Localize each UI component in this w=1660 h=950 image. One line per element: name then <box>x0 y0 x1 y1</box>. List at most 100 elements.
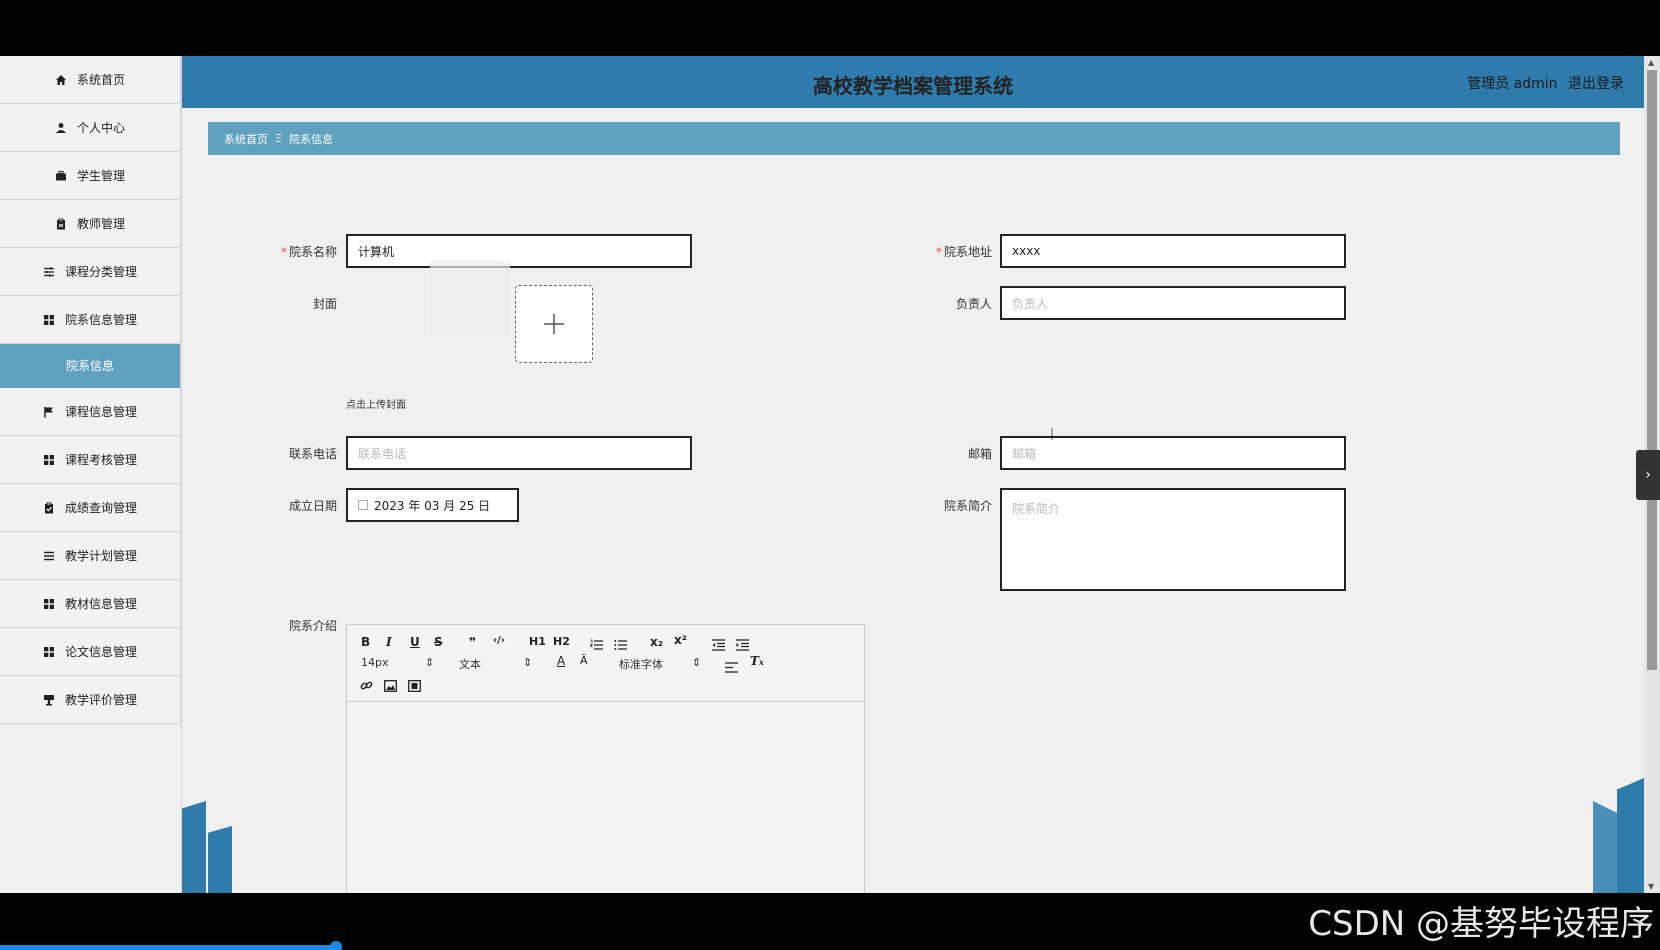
rich-text-editor: B I U S ❞ ‹/› H1 H2 x₂ x² 14px ⇕ 文本 ⇕ A … <box>346 624 865 893</box>
breadcrumb-home[interactable]: 系统首页 <box>224 131 268 147</box>
cover-upload-hint: 点击上传封面 <box>346 400 406 411</box>
user-icon <box>55 122 67 134</box>
grid-icon <box>43 598 55 610</box>
align-icon[interactable] <box>725 658 738 677</box>
font-family-arrows-icon: ⇕ <box>692 656 702 669</box>
sidebar-item-label: 课程考核管理 <box>64 453 137 467</box>
h1-button[interactable]: H1 <box>529 635 546 648</box>
email-input[interactable]: 邮箱 <box>1000 436 1346 470</box>
email-label: 邮箱 <box>967 447 992 461</box>
sidebar-item-grades[interactable]: 成绩查询管理 <box>0 484 181 532</box>
image-icon[interactable] <box>384 677 397 696</box>
bold-button[interactable]: B <box>361 635 370 649</box>
intro-label: 院系介绍 <box>288 619 337 633</box>
sidebar-item-home[interactable]: 系统首页 <box>0 56 181 104</box>
font-family-select[interactable]: 标准字体 <box>619 656 663 672</box>
decor-right-shape-2 <box>1617 778 1644 893</box>
clear-format-icon[interactable]: Tx <box>750 654 764 668</box>
bullet-list-icon[interactable] <box>614 636 627 655</box>
blockquote-button[interactable]: ❞ <box>469 635 476 649</box>
sidebar-item-label: 教师管理 <box>76 217 125 231</box>
editor-content-area[interactable] <box>347 703 864 893</box>
decor-left-shape-2 <box>208 826 232 893</box>
screen: 系统首页 个人中心 学生管理 教师管理 课程分类管理 院系信息管理 院系信息 课… <box>0 0 1660 950</box>
sidebar-item-teachers[interactable]: 教师管理 <box>0 200 181 248</box>
video-progress-bar[interactable] <box>0 945 335 950</box>
background-color-icon[interactable]: Ã <box>580 654 588 667</box>
subscript-button[interactable]: x₂ <box>650 635 663 649</box>
scrollbar-thumb[interactable] <box>1647 70 1657 670</box>
scroll-up-arrow-icon[interactable]: ▲ <box>1648 58 1654 67</box>
video-icon[interactable] <box>408 677 421 696</box>
name-input[interactable]: 计算机 <box>346 234 692 268</box>
user-area: 管理员 admin 退出登录 <box>1461 73 1624 93</box>
sidebar-item-label: 个人中心 <box>76 121 125 135</box>
name-label: * 院系名称 <box>280 245 337 259</box>
clipboard-icon <box>55 218 67 230</box>
cover-thumbnail <box>430 261 510 336</box>
editor-toolbar: B I U S ❞ ‹/› H1 H2 x₂ x² 14px ⇕ 文本 ⇕ A … <box>347 625 864 702</box>
link-icon[interactable] <box>360 677 373 696</box>
sidebar-item-profile[interactable]: 个人中心 <box>0 104 181 152</box>
address-input[interactable]: xxxx <box>1000 234 1346 268</box>
sidebar-item-label: 院系信息 <box>65 359 114 373</box>
sidebar-item-label: 学生管理 <box>76 169 125 183</box>
code-block-button[interactable]: ‹/› <box>493 635 505 646</box>
sidebar-item-evaluation[interactable]: 教学评价管理 <box>0 676 181 724</box>
font-color-icon[interactable]: A <box>557 654 565 668</box>
logout-link[interactable]: 退出登录 <box>1568 76 1624 92</box>
brief-label: 院系简介 <box>943 499 992 513</box>
sidebar-item-label: 课程信息管理 <box>64 405 137 419</box>
strike-button[interactable]: S <box>434 635 443 649</box>
italic-button[interactable]: I <box>386 635 392 649</box>
superscript-button[interactable]: x² <box>674 633 687 647</box>
breadcrumb-current: 院系信息 <box>288 132 333 146</box>
date-label: 成立日期 <box>288 499 337 513</box>
date-input[interactable]: 2023 年 03 月 25 日 <box>346 488 519 522</box>
breadcrumb-separator: Ξ <box>275 132 282 145</box>
plus-icon <box>544 314 564 334</box>
sidebar-item-label: 课程分类管理 <box>64 265 137 279</box>
phone-input[interactable]: 联系电话 <box>346 436 692 470</box>
decor-left-shape-1 <box>182 801 206 893</box>
chevron-right-icon: › <box>1645 467 1651 483</box>
sidebar-item-label: 教材信息管理 <box>64 597 137 611</box>
sidebar-item-thesis[interactable]: 论文信息管理 <box>0 628 181 676</box>
outdent-icon[interactable] <box>712 636 725 655</box>
watermark: CSDN @基努毕设程序 <box>1308 904 1654 944</box>
sidebar-item-students[interactable]: 学生管理 <box>0 152 181 200</box>
page-title: 高校教学档案管理系统 <box>813 74 1013 98</box>
sidebar-item-teaching-plan[interactable]: 教学计划管理 <box>0 532 181 580</box>
video-progress-handle[interactable] <box>330 941 342 950</box>
text-cursor-icon <box>1051 428 1053 440</box>
clipboard-check-icon <box>43 502 55 514</box>
cover-upload-button[interactable] <box>515 285 593 363</box>
ordered-list-icon[interactable] <box>589 636 603 655</box>
sidebar-item-course-category[interactable]: 课程分类管理 <box>0 248 181 296</box>
sidebar-subitem-department-info[interactable]: 院系信息 <box>0 344 181 388</box>
font-size-arrows-icon: ⇕ <box>425 656 435 669</box>
side-panel-toggle-button[interactable]: › <box>1636 450 1660 500</box>
phone-label: 联系电话 <box>288 447 337 461</box>
sidebar-item-course-assessment[interactable]: 课程考核管理 <box>0 436 181 484</box>
sidebar-item-course-info[interactable]: 课程信息管理 <box>0 388 181 436</box>
h2-button[interactable]: H2 <box>553 635 570 648</box>
decor-right-shape-1 <box>1593 801 1619 893</box>
grid-icon <box>43 646 55 658</box>
breadcrumb: 系统首页 Ξ 院系信息 <box>208 122 1620 155</box>
font-size-select[interactable]: 14px <box>361 656 389 669</box>
sidebar-item-textbook[interactable]: 教材信息管理 <box>0 580 181 628</box>
sidebar-item-label: 系统首页 <box>76 73 125 87</box>
podium-icon <box>43 694 55 706</box>
address-label: * 院系地址 <box>935 245 992 259</box>
underline-button[interactable]: U <box>410 635 420 649</box>
indent-icon[interactable] <box>736 636 749 655</box>
sidebar: 系统首页 个人中心 学生管理 教师管理 课程分类管理 院系信息管理 院系信息 课… <box>0 56 182 893</box>
manager-input[interactable]: 负责人 <box>1000 286 1346 320</box>
scroll-down-arrow-icon[interactable]: ▼ <box>1648 882 1654 891</box>
sidebar-item-department[interactable]: 院系信息管理 <box>0 296 181 344</box>
brief-textarea[interactable]: 院系简介 <box>1000 488 1346 591</box>
header-select[interactable]: 文本 <box>459 656 481 672</box>
sidebar-item-label: 院系信息管理 <box>64 313 137 327</box>
cover-label: 封面 <box>312 297 337 311</box>
